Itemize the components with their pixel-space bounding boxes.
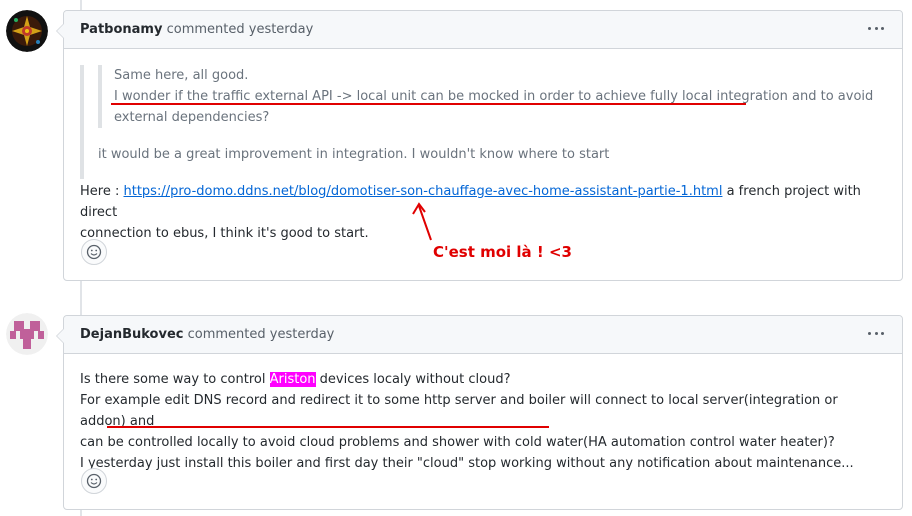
body-line: Is there some way to control Ariston dev… <box>80 372 511 387</box>
highlighted-word: Ariston <box>269 372 316 387</box>
body-line: I yesterday just install this boiler and… <box>80 456 854 471</box>
quote-line: external dependencies? <box>114 110 270 125</box>
comment-card: DejanBukovec commented yesterday Is ther… <box>56 315 903 510</box>
avatar-dejanbukovec-icon <box>6 313 48 355</box>
comment-author[interactable]: Patbonamy <box>80 22 162 37</box>
comment-card: Patbonamy commented yesterday Same here,… <box>56 10 903 281</box>
kebab-menu-icon[interactable] <box>868 27 884 31</box>
avatar-patbonamy-icon <box>6 10 48 52</box>
comment-author[interactable]: DejanBukovec <box>80 327 183 342</box>
avatar[interactable] <box>6 313 48 355</box>
body-line: can be controlled locally to avoid cloud… <box>80 435 835 450</box>
add-reaction-button[interactable] <box>81 239 107 265</box>
annotation-underline <box>107 426 549 428</box>
kebab-menu-icon[interactable] <box>868 332 884 336</box>
add-reaction-button[interactable] <box>81 468 107 494</box>
quote-line: Same here, all good. <box>114 68 249 83</box>
comment-body: Is there some way to control Ariston dev… <box>80 369 886 474</box>
blog-link[interactable]: https://pro-domo.ddns.net/blog/domotiser… <box>123 184 722 199</box>
annotation-underline <box>111 103 746 105</box>
body-line: Here : https://pro-domo.ddns.net/blog/do… <box>80 184 861 220</box>
quote-underlined-text: I wonder if the traffic external API -> … <box>114 89 788 104</box>
avatar[interactable] <box>6 10 48 52</box>
comment-action: commented <box>166 22 245 37</box>
comment-timestamp[interactable]: yesterday <box>270 327 335 342</box>
body-line: connection to ebus, I think it's good to… <box>80 226 369 241</box>
comment-header: Patbonamy commented yesterday <box>56 11 902 49</box>
annotation-text: C'est moi là ! <3 <box>433 243 572 261</box>
underlined-text: be controlled locally to avoid cloud pro… <box>107 435 584 450</box>
smiley-icon <box>86 244 102 260</box>
nested-quote: Same here, all good. I wonder if the tra… <box>98 65 884 128</box>
smiley-icon <box>86 473 102 489</box>
comment-timestamp[interactable]: yesterday <box>249 22 314 37</box>
arrow-icon <box>412 202 432 241</box>
comment-header: DejanBukovec commented yesterday <box>56 316 902 354</box>
comment-action: commented <box>187 327 266 342</box>
comment-body: Here : https://pro-domo.ddns.net/blog/do… <box>80 181 886 244</box>
quote-reply: it would be a great improvement in integ… <box>98 147 610 162</box>
